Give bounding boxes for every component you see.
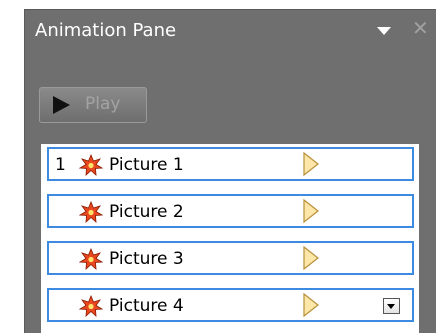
item-number: 1: [55, 155, 66, 175]
entrance-effect-star-icon: [79, 248, 103, 270]
close-icon[interactable]: ✕: [412, 18, 429, 38]
timing-bar-icon[interactable]: [303, 246, 319, 270]
pane-title-bar: Animation Pane ✕: [25, 10, 436, 60]
timing-bar-icon[interactable]: [303, 152, 319, 176]
timing-bar-icon[interactable]: [303, 199, 319, 223]
dropdown-arrow-icon[interactable]: [383, 298, 400, 314]
play-button-label: Play: [85, 94, 121, 114]
entrance-effect-star-icon: [79, 154, 103, 176]
animation-pane: Animation Pane ✕ Play 1 Picture 1 Pictur…: [24, 9, 436, 334]
animation-item-1[interactable]: 1 Picture 1: [47, 147, 414, 181]
item-label: Picture 1: [109, 155, 184, 175]
entrance-effect-star-icon: [79, 295, 103, 317]
entrance-effect-star-icon: [79, 201, 103, 223]
item-label: Picture 2: [109, 202, 184, 222]
animation-item-3[interactable]: Picture 3: [47, 241, 414, 275]
item-label: Picture 3: [109, 249, 184, 269]
timing-bar-icon[interactable]: [303, 293, 319, 317]
chevron-down-icon[interactable]: [377, 27, 391, 35]
play-icon: [53, 96, 70, 114]
play-button[interactable]: Play: [39, 87, 147, 123]
pane-title: Animation Pane: [35, 20, 177, 41]
animation-list: 1 Picture 1 Picture 2 Picture 3 Picture …: [41, 144, 419, 334]
item-label: Picture 4: [109, 296, 184, 316]
animation-item-4[interactable]: Picture 4: [47, 288, 414, 322]
animation-item-2[interactable]: Picture 2: [47, 194, 414, 228]
